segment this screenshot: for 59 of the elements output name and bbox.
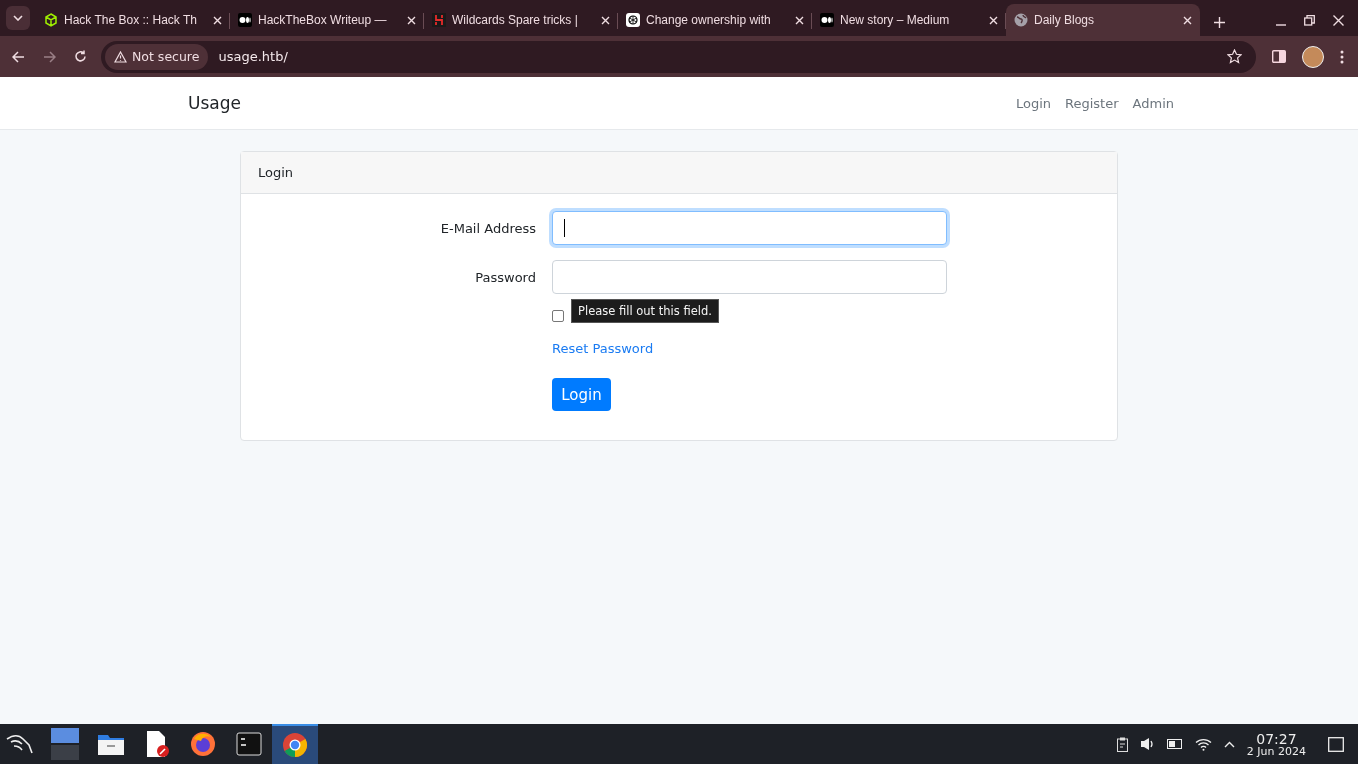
dots-icon bbox=[238, 13, 252, 27]
cube-icon bbox=[44, 13, 58, 27]
side-panel-icon[interactable] bbox=[1272, 50, 1286, 63]
nav-link[interactable]: Login bbox=[1015, 95, 1052, 111]
input-field[interactable] bbox=[552, 260, 947, 294]
close-icon[interactable] bbox=[795, 15, 804, 25]
wifi-icon[interactable] bbox=[1194, 737, 1212, 751]
avatar-icon[interactable] bbox=[1302, 45, 1324, 68]
workspace-icon bbox=[51, 728, 79, 760]
chrome-icon bbox=[282, 732, 308, 758]
site-brand[interactable]: Usage bbox=[188, 93, 241, 113]
close-icon[interactable] bbox=[213, 15, 222, 25]
card-header: Login bbox=[241, 152, 1117, 194]
remember-checkbox[interactable] bbox=[552, 310, 564, 322]
text-cursor bbox=[564, 219, 565, 237]
login-button[interactable]: Login bbox=[552, 378, 611, 411]
clock-date: 2 Jun 2024 bbox=[1246, 745, 1306, 757]
tab-search-button[interactable] bbox=[6, 6, 30, 30]
terminal-icon bbox=[236, 732, 262, 756]
browser-tab[interactable]: New story – Medium bbox=[812, 4, 1006, 36]
taskbar-app[interactable] bbox=[272, 724, 318, 764]
chevron-up-icon[interactable] bbox=[1223, 740, 1235, 748]
url-text[interactable]: usage.htb/ bbox=[218, 49, 1217, 64]
close-icon[interactable] bbox=[989, 15, 998, 25]
close-icon[interactable] bbox=[1183, 15, 1192, 25]
clipboard-icon[interactable] bbox=[1116, 736, 1128, 752]
browser-tab[interactable]: Change ownership with bbox=[618, 4, 812, 36]
browser-tab[interactable]: Wildcards Spare tricks | bbox=[424, 4, 618, 36]
close-icon[interactable] bbox=[601, 15, 610, 25]
nav-link[interactable]: Admin bbox=[1132, 95, 1174, 111]
browser-tab[interactable]: Daily Blogs bbox=[1006, 4, 1200, 36]
new-tab-icon[interactable] bbox=[1214, 17, 1225, 28]
clock-time: 07:27 bbox=[1256, 731, 1297, 746]
dots-icon bbox=[820, 13, 834, 27]
knot-icon bbox=[626, 13, 640, 27]
volume-icon[interactable] bbox=[1139, 737, 1155, 751]
chevron-down-icon bbox=[13, 15, 23, 21]
nav-link[interactable]: Register bbox=[1065, 95, 1119, 111]
star-icon[interactable] bbox=[1227, 49, 1242, 64]
battery-icon[interactable] bbox=[1166, 739, 1183, 749]
h-logo-icon bbox=[432, 13, 446, 27]
folder-icon bbox=[98, 733, 124, 755]
document-icon bbox=[145, 731, 169, 757]
show-desktop-icon[interactable] bbox=[1328, 736, 1344, 752]
reset-password-link[interactable]: Reset Password bbox=[552, 341, 654, 356]
security-chip[interactable]: Not secure bbox=[105, 43, 209, 70]
globe-icon bbox=[1014, 13, 1028, 27]
close-icon[interactable] bbox=[1333, 15, 1344, 26]
firefox-icon bbox=[190, 731, 216, 757]
warning-icon bbox=[114, 50, 127, 63]
field-label: Password bbox=[474, 269, 536, 285]
browser-tab[interactable]: HackTheBox Writeup — bbox=[230, 4, 424, 36]
menu-icon[interactable] bbox=[1340, 49, 1344, 64]
close-icon[interactable] bbox=[407, 15, 416, 25]
restore-icon[interactable] bbox=[1304, 15, 1315, 26]
field-label: E-Mail Address bbox=[439, 220, 536, 236]
validation-tooltip: Please fill out this field. bbox=[571, 299, 719, 323]
input-field[interactable] bbox=[552, 211, 947, 245]
browser-tab[interactable]: Hack The Box :: Hack Th bbox=[36, 4, 230, 36]
